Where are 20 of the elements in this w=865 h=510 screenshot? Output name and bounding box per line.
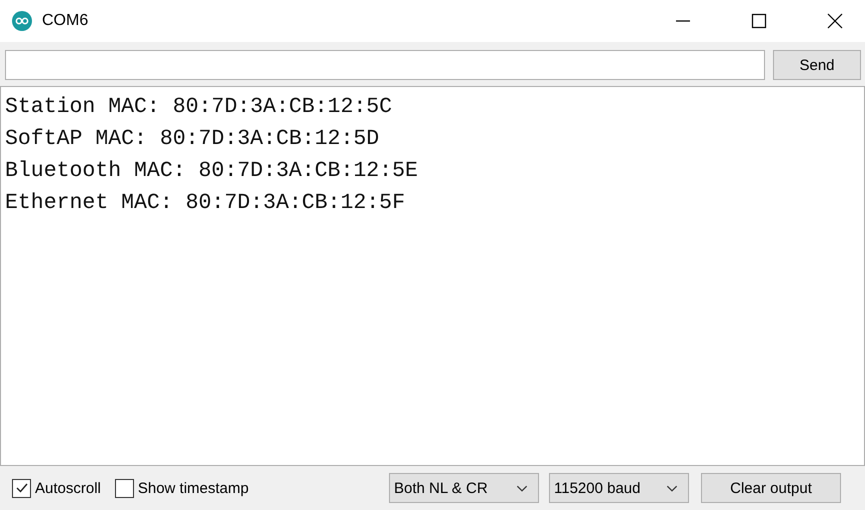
checkbox[interactable]	[114, 478, 134, 498]
output-line: Bluetooth MAC: 80:7D:3A:CB:12:5E	[5, 158, 419, 185]
input-field[interactable]	[5, 50, 765, 80]
baud-rate-dropdown[interactable]: 115200 baud	[549, 473, 689, 503]
window-title: COM6	[42, 12, 88, 30]
caret-icon	[666, 484, 678, 492]
checkbox-label: Show timestamp	[138, 480, 249, 496]
line-ending-dropdown[interactable]: Both NL & CR	[389, 473, 539, 503]
checkbox[interactable]	[12, 478, 31, 498]
output-line: Station MAC: 80:7D:3A:CB:12:5C	[5, 94, 394, 121]
caret-icon	[516, 484, 528, 492]
maximize-icon[interactable]	[751, 13, 767, 29]
checkbox-label: Autoscroll	[35, 480, 101, 496]
app-logo-icon	[12, 11, 32, 31]
close-icon[interactable]	[827, 13, 843, 29]
checkmark-icon	[14, 481, 28, 495]
send-button[interactable]: Send	[773, 50, 861, 80]
output-line: Ethernet MAC: 80:7D:3A:CB:12:5F	[5, 190, 406, 217]
output-line: SoftAP MAC: 80:7D:3A:CB:12:5D	[5, 126, 380, 153]
clear-output-button[interactable]: Clear output	[701, 473, 841, 503]
